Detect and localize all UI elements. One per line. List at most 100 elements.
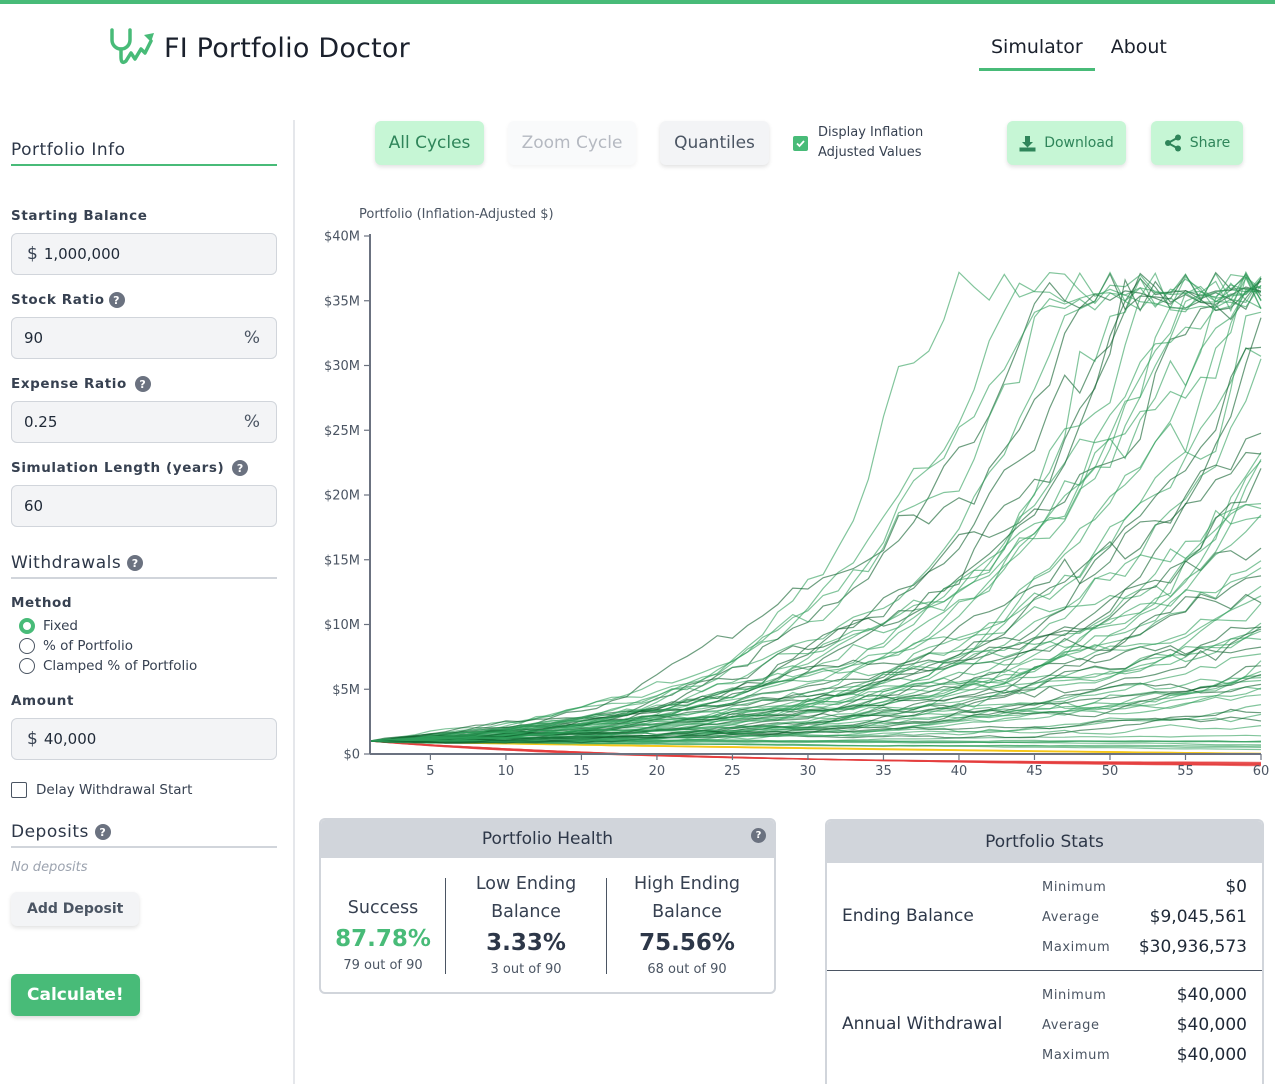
method-option-label: Clamped % of Portfolio <box>43 658 198 674</box>
help-icon[interactable]: ? <box>751 828 766 843</box>
inflation-label: Display Inflation Adjusted Values <box>818 125 924 160</box>
zoom-cycle-button[interactable]: Zoom Cycle <box>508 121 636 165</box>
simulation-length-label-text: Simulation Length (years) <box>11 460 225 476</box>
radio-unchecked[interactable] <box>19 638 35 654</box>
method-option-percent[interactable]: % of Portfolio <box>19 636 277 656</box>
checkmark-icon <box>796 139 805 147</box>
stat-row: Maximum $30,936,573 <box>1042 932 1247 962</box>
portfolio-stats-card: Portfolio Stats Ending Balance Minimum $… <box>825 819 1264 1084</box>
stat-value: $9,045,561 <box>1149 907 1247 927</box>
no-deposits-text: No deposits <box>11 860 88 875</box>
cycle-line-high[interactable] <box>369 284 1262 742</box>
expense-ratio-value: 0.25 <box>24 413 58 431</box>
stat-key: Average <box>1042 909 1100 925</box>
calculate-button[interactable]: Calculate! <box>11 974 140 1016</box>
high-ending-column: High Ending Balance 75.56% 68 out of 90 <box>607 870 767 980</box>
withdrawals-title: Withdrawals <box>11 553 122 573</box>
starting-balance-input[interactable]: $ 1,000,000 <box>11 233 277 275</box>
withdrawal-amount-input[interactable]: $ 40,000 <box>11 718 277 760</box>
cycle-line-high[interactable] <box>369 280 1262 742</box>
annual-withdrawal-group: Annual Withdrawal Minimum $40,000 Averag… <box>827 971 1262 1083</box>
cycle-line-high[interactable] <box>369 285 1262 742</box>
simulation-length-input[interactable]: 60 <box>11 485 277 527</box>
x-tick-label: 15 <box>573 764 590 779</box>
stat-key: Maximum <box>1042 1047 1111 1063</box>
method-option-fixed[interactable]: Fixed <box>19 616 277 636</box>
low-ending-label: Low Ending Balance <box>475 874 577 922</box>
all-cycles-button[interactable]: All Cycles <box>375 121 484 165</box>
stat-key: Minimum <box>1042 879 1107 895</box>
cycle-line-high[interactable] <box>369 282 1262 742</box>
app-title: FI Portfolio Doctor <box>164 32 410 64</box>
add-deposit-button[interactable]: Add Deposit <box>11 892 140 926</box>
method-option-clamped[interactable]: Clamped % of Portfolio <box>19 656 277 676</box>
main-nav: Simulator About <box>979 36 1179 71</box>
x-tick-label: 60 <box>1253 764 1270 779</box>
x-tick-label: 30 <box>800 764 817 779</box>
cycle-line-high[interactable] <box>369 451 1262 742</box>
help-icon[interactable]: ? <box>134 376 151 392</box>
help-icon[interactable]: ? <box>127 555 144 571</box>
ending-balance-group: Ending Balance Minimum $0 Average $9,045… <box>827 863 1262 970</box>
method-option-label: Fixed <box>43 618 78 634</box>
radio-unchecked[interactable] <box>19 658 35 674</box>
share-label: Share <box>1189 135 1231 151</box>
dollar-prefix: $ <box>27 729 38 749</box>
stock-ratio-input[interactable]: 90 % <box>11 317 277 359</box>
high-ending-count: 68 out of 90 <box>647 962 727 977</box>
high-ending-label: High Ending Balance <box>633 874 741 922</box>
x-tick-label: 40 <box>951 764 968 779</box>
stat-row: Minimum $0 <box>1042 872 1247 902</box>
success-label: Success <box>347 898 419 918</box>
cycle-line-high[interactable] <box>369 311 1262 742</box>
x-tick-label: 5 <box>426 764 434 779</box>
x-tick-label: 25 <box>724 764 741 779</box>
share-button[interactable]: Share <box>1151 121 1243 165</box>
y-tick-label: $40M <box>324 230 360 245</box>
y-tick-label: $25M <box>324 424 360 439</box>
stock-ratio-value: 90 <box>24 329 44 347</box>
y-axis-title: Portfolio (Inflation-Adjusted $) <box>359 207 554 222</box>
stat-row: Maximum $40,000 <box>1042 1040 1247 1070</box>
portfolio-chart[interactable]: $0 $5M $10M $15M $20M $25M $30M $35M $40M 5 10 15 20… <box>300 195 1275 805</box>
share-icon <box>1164 134 1181 152</box>
stat-row: Minimum $40,000 <box>1042 980 1247 1010</box>
stat-key: Average <box>1042 1017 1100 1033</box>
help-icon[interactable]: ? <box>94 824 111 840</box>
percent-suffix: % <box>243 412 260 432</box>
stat-row: Average $40,000 <box>1042 1010 1247 1040</box>
x-tick-label: 45 <box>1026 764 1043 779</box>
cycle-lines <box>369 270 1262 767</box>
delay-withdrawal-option[interactable]: Delay Withdrawal Start <box>11 782 277 798</box>
nav-about[interactable]: About <box>1099 36 1179 71</box>
download-button[interactable]: Download <box>1007 121 1126 165</box>
download-label: Download <box>1044 135 1114 151</box>
portfolio-health-card: Portfolio Health ? Success 87.78% 79 out… <box>319 818 776 994</box>
radio-checked[interactable] <box>19 618 35 634</box>
x-tick-label: 35 <box>875 764 892 779</box>
low-ending-column: Low Ending Balance 3.33% 3 out of 90 <box>446 870 606 980</box>
stat-value: $40,000 <box>1176 1015 1247 1035</box>
y-tick-label: $5M <box>332 683 360 698</box>
quantiles-button[interactable]: Quantiles <box>660 121 769 165</box>
y-tick-label: $15M <box>324 553 360 568</box>
success-column: Success 87.78% 79 out of 90 <box>321 870 445 980</box>
y-tick-label: $35M <box>324 294 360 309</box>
inflation-checkbox[interactable] <box>793 135 808 151</box>
expense-ratio-label-text: Expense Ratio <box>11 376 127 392</box>
help-icon[interactable]: ? <box>108 292 125 308</box>
stat-value: $40,000 <box>1176 985 1247 1005</box>
delay-withdrawal-checkbox[interactable] <box>11 782 27 798</box>
portfolio-info-title: Portfolio Info <box>11 140 126 160</box>
inflation-toggle[interactable]: Display Inflation Adjusted Values <box>793 123 928 163</box>
expense-ratio-input[interactable]: 0.25 % <box>11 401 277 443</box>
method-label: Method <box>11 595 277 611</box>
sidebar: Portfolio Info Starting Balance $ 1,000,… <box>11 138 277 1016</box>
stat-row: Average $9,045,561 <box>1042 902 1247 932</box>
top-accent-bar <box>0 0 1275 4</box>
success-percent: 87.78% <box>335 926 431 952</box>
help-icon[interactable]: ? <box>232 460 249 476</box>
y-tick-label: $0 <box>343 748 360 763</box>
brand[interactable]: FI Portfolio Doctor <box>108 26 410 70</box>
nav-simulator[interactable]: Simulator <box>979 36 1095 71</box>
